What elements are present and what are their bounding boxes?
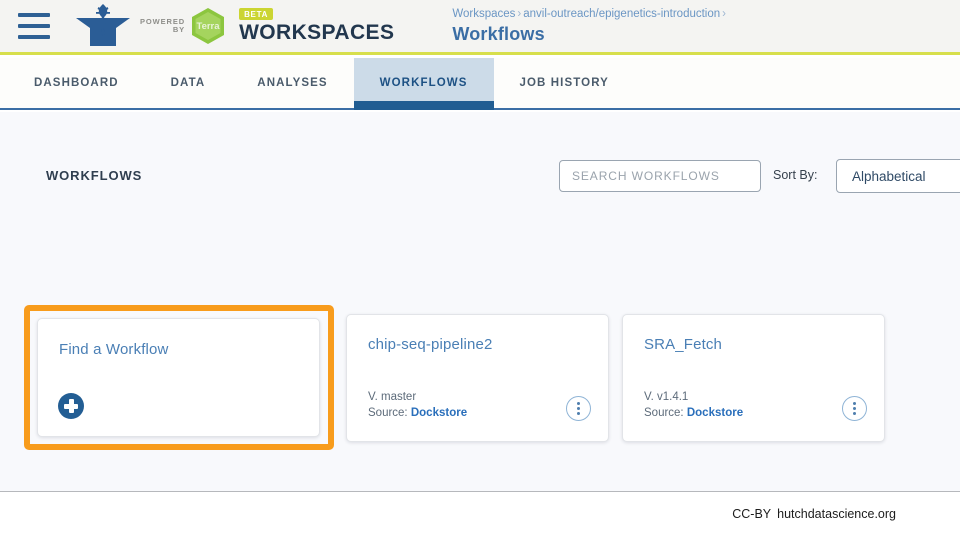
site-label: hutchdatascience.org — [777, 507, 896, 521]
card-version: V. v1.4.1 — [644, 391, 689, 404]
sort-by-value: Alphabetical — [852, 168, 926, 184]
hamburger-menu-icon[interactable] — [18, 13, 50, 39]
kebab-menu-icon[interactable] — [566, 396, 591, 421]
tab-dashboard[interactable]: DASHBOARD — [8, 58, 145, 108]
svg-text:Terra: Terra — [197, 21, 221, 32]
card-source: Source: Dockstore — [644, 406, 743, 421]
hamburger-bar — [18, 24, 50, 28]
workspace-tabbar: DASHBOARD DATA ANALYSES WORKFLOWS JOB HI… — [0, 58, 960, 110]
card-source-link[interactable]: Dockstore — [687, 407, 743, 419]
breadcrumb-root-link[interactable]: Workspaces — [452, 8, 515, 20]
breadcrumb: Workspaces › anvil-outreach/epigenetics-in… — [452, 6, 728, 46]
workflow-card[interactable]: SRA_Fetch V. v1.4.1 Source: Dockstore — [622, 314, 885, 442]
kebab-dot — [853, 401, 856, 405]
tab-job-history[interactable]: JOB HISTORY — [494, 58, 635, 108]
powered-by-line2: BY — [172, 25, 186, 34]
section-title: WORKFLOWS — [46, 168, 143, 183]
kebab-dot — [853, 407, 856, 410]
tab-data[interactable]: DATA — [145, 58, 232, 108]
find-a-workflow-card[interactable]: Find a Workflow — [37, 318, 320, 437]
card-source-label: Source: — [644, 406, 684, 419]
kebab-dot — [577, 401, 580, 405]
kebab-dot — [577, 407, 580, 410]
page-footer: CC-BY hutchdatascience.org — [0, 493, 960, 540]
hamburger-bar — [18, 35, 50, 39]
card-version: V. master — [368, 391, 417, 404]
workspaces-brand: BETA WORKSPACES — [239, 7, 395, 45]
card-source: Source: Dockstore — [368, 406, 467, 421]
kebab-menu-icon[interactable] — [842, 396, 867, 421]
tab-analyses[interactable]: ANALYSES — [231, 58, 353, 108]
anvil-logo-icon — [76, 4, 130, 46]
app-header: POWERED BY Terra BETA WORKSPACES Workspa… — [0, 0, 960, 55]
sort-by-select[interactable]: Alphabetical — [836, 159, 960, 193]
terra-logo-icon: Terra — [192, 8, 225, 44]
attribution: CC-BY hutchdatascience.org — [732, 507, 896, 521]
card-source-link[interactable]: Dockstore — [411, 407, 467, 419]
workflows-toolbar: WORKFLOWS Sort By: Alphabetical — [46, 159, 960, 194]
app-window: POWERED BY Terra BETA WORKSPACES Workspa… — [0, 0, 960, 540]
breadcrumb-workspace-link[interactable]: anvil-outreach/epigenetics-introduction — [523, 8, 720, 20]
brand-logo-group[interactable]: POWERED BY Terra BETA WORKSPACES — [72, 2, 394, 50]
hamburger-bar — [18, 13, 50, 17]
card-meta: V. v1.4.1 Source: Dockstore — [644, 390, 743, 421]
card-source-label: Source: — [368, 406, 408, 419]
card-title[interactable]: chip-seq-pipeline2 — [368, 336, 492, 353]
product-title: WORKSPACES — [239, 20, 395, 44]
powered-by-text: POWERED BY — [140, 18, 185, 34]
sort-by-label: Sort By: — [773, 168, 818, 182]
search-workflows-input[interactable] — [559, 160, 761, 192]
workflow-card[interactable]: chip-seq-pipeline2 V. master Source: Doc… — [346, 314, 609, 442]
breadcrumb-separator: › — [722, 8, 727, 21]
kebab-dot — [577, 412, 580, 416]
plus-circle-icon[interactable] — [58, 393, 84, 419]
license-label: CC-BY — [732, 507, 772, 521]
kebab-dot — [853, 412, 856, 416]
tab-workflows[interactable]: WORKFLOWS — [353, 58, 494, 110]
card-title[interactable]: SRA_Fetch — [644, 336, 722, 353]
beta-badge: BETA — [239, 7, 274, 20]
breadcrumb-trail: Workspaces › anvil-outreach/epigenetics-in… — [452, 6, 728, 23]
page-title: Workflows — [452, 24, 545, 45]
card-title: Find a Workflow — [59, 341, 169, 358]
card-meta: V. master Source: Dockstore — [368, 390, 467, 421]
main-content: WORKFLOWS Sort By: Alphabetical Find a W… — [0, 112, 960, 492]
